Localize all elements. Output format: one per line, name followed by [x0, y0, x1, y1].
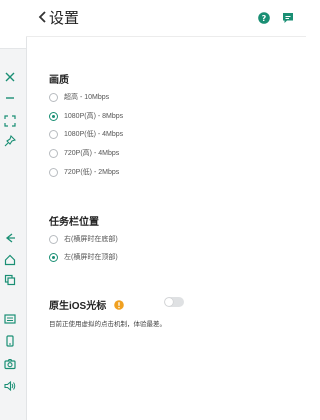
quality-option-label: 720P(低) - 2Mbps	[64, 169, 120, 176]
close-icon[interactable]	[3, 70, 17, 84]
feedback-icon[interactable]	[282, 11, 294, 23]
radio-circle[interactable]	[49, 234, 58, 244]
radio-circle[interactable]	[49, 148, 58, 158]
quality-option[interactable]: 1080P(低) - 4Mbps	[49, 129, 123, 139]
fullscreen-icon[interactable]	[3, 114, 17, 128]
back-nav-icon[interactable]	[3, 231, 17, 245]
back-arrow-icon[interactable]	[36, 9, 50, 25]
keyboard-icon[interactable]	[3, 312, 17, 326]
radio-circle-selected[interactable]	[49, 111, 58, 121]
page-title: 设置	[49, 10, 80, 27]
radio-circle[interactable]	[49, 129, 58, 139]
camera-icon[interactable]	[3, 357, 17, 371]
toggle-knob	[165, 298, 173, 306]
taskbar-option-label: 左(横屏时在顶部)	[64, 254, 118, 261]
quality-option[interactable]: 720P(低) - 2Mbps	[49, 167, 119, 177]
recent-apps-icon[interactable]	[3, 273, 17, 287]
ios-cursor-note: 目前正使用虚拟的点击机制，体验最差。	[49, 321, 166, 328]
help-icon[interactable]: ?	[258, 11, 270, 24]
device-icon[interactable]	[3, 334, 17, 348]
minimize-icon[interactable]	[3, 91, 17, 105]
taskbar-section-title: 任务栏位置	[49, 217, 99, 228]
volume-icon[interactable]	[3, 379, 17, 393]
quality-option[interactable]: 超高 - 10Mbps	[49, 92, 109, 102]
radio-circle[interactable]	[49, 167, 58, 177]
svg-text:?: ?	[262, 14, 267, 23]
quality-section-title: 画质	[49, 75, 69, 86]
quality-option-label: 1080P(高) - 8Mbps	[64, 113, 124, 120]
quality-option-label: 1080P(低) - 4Mbps	[64, 131, 124, 138]
home-icon[interactable]	[3, 253, 17, 267]
warning-icon	[114, 297, 124, 310]
settings-header: 设置 ?	[26, 0, 306, 37]
quality-option-label: 超高 - 10Mbps	[64, 94, 110, 101]
taskbar-option[interactable]: 右(横屏时在底部)	[49, 234, 118, 244]
toolbar-top-area	[0, 0, 26, 49]
quality-option[interactable]: 1080P(高) - 8Mbps	[49, 111, 123, 121]
taskbar-option-label: 右(横屏时在底部)	[64, 236, 118, 243]
pin-icon[interactable]	[3, 134, 17, 148]
ios-cursor-title: 原生iOS光标	[49, 301, 107, 312]
radio-circle-selected[interactable]	[49, 252, 58, 262]
left-toolbar	[0, 0, 27, 420]
ios-cursor-toggle[interactable]	[164, 297, 184, 307]
quality-option[interactable]: 720P(高) - 4Mbps	[49, 148, 119, 158]
taskbar-option[interactable]: 左(横屏时在顶部)	[49, 252, 118, 262]
quality-option-label: 720P(高) - 4Mbps	[64, 150, 120, 157]
radio-circle[interactable]	[49, 92, 58, 102]
